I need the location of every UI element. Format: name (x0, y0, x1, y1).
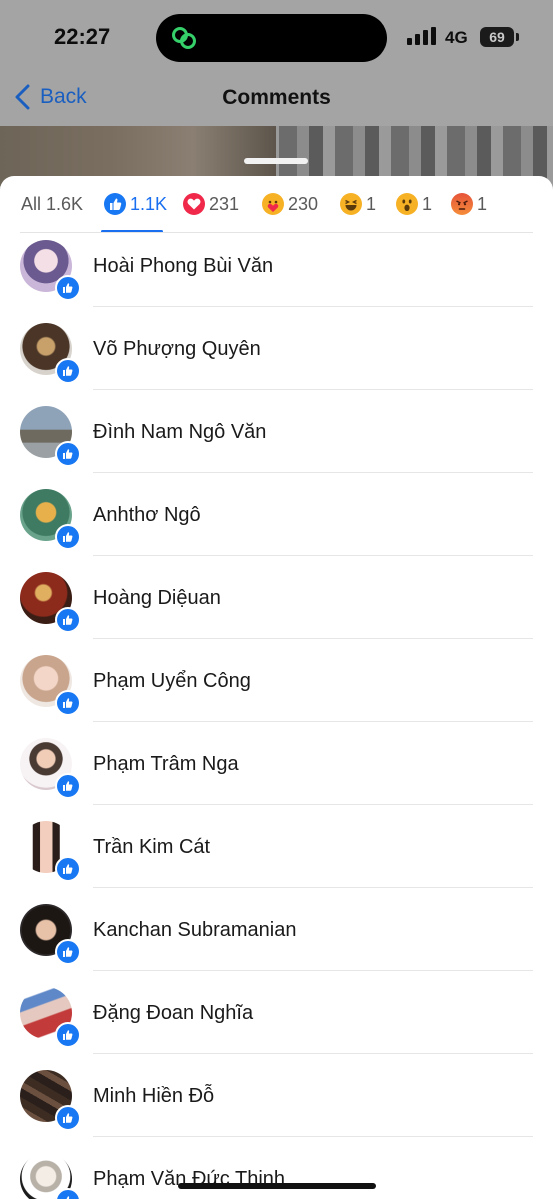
row-divider (93, 970, 533, 971)
tab-haha-count: 1 (366, 193, 377, 214)
sheet-grabber[interactable] (244, 158, 308, 164)
home-indicator[interactable] (178, 1183, 376, 1189)
network-type: 4G (445, 28, 468, 47)
reactor-name[interactable]: Đình Nam Ngô Văn (93, 421, 266, 444)
list-item[interactable]: Phạm Uyển Công (0, 648, 553, 731)
like-badge-icon (55, 690, 81, 716)
tab-haha[interactable]: 1 (340, 176, 376, 232)
like-badge-icon (55, 773, 81, 799)
row-divider (93, 721, 533, 722)
row-divider (93, 804, 533, 805)
row-divider (93, 887, 533, 888)
status-bar: 22:27 4G 69 (0, 0, 553, 74)
like-badge-icon (55, 607, 81, 633)
battery-icon: 69 (480, 27, 514, 47)
tab-all[interactable]: All 1.6K (21, 176, 83, 232)
like-badge-icon (55, 275, 81, 301)
list-item[interactable]: Phạm Trâm Nga (0, 731, 553, 814)
row-divider (93, 1053, 533, 1054)
list-item[interactable]: Võ Phượng Quyên (0, 316, 553, 399)
reactor-name[interactable]: Hoài Phong Bùi Văn (93, 255, 273, 278)
reactor-name[interactable]: Minh Hiền Đỗ (93, 1085, 214, 1108)
tab-angry[interactable]: 1 (451, 176, 487, 232)
like-icon (104, 193, 126, 215)
reaction-tabs: All 1.6K 1.1K 231 230 1 1 1 (0, 176, 553, 233)
tab-love[interactable]: 231 (183, 176, 239, 232)
nav-bar: Back Comments (0, 78, 553, 122)
tab-angry-count: 1 (477, 193, 488, 214)
list-item[interactable]: Kanchan Subramanian (0, 897, 553, 980)
list-item[interactable]: Đặng Đoan Nghĩa (0, 980, 553, 1063)
tab-like-count: 1.1K (130, 193, 168, 214)
like-badge-icon (55, 939, 81, 965)
status-time: 22:27 (54, 24, 111, 49)
link-app-icon (172, 27, 196, 49)
like-badge-icon (55, 524, 81, 550)
row-divider (93, 472, 533, 473)
haha-icon (340, 193, 362, 215)
battery-tip (516, 33, 519, 41)
row-divider (93, 389, 533, 390)
reactor-name[interactable]: Đặng Đoan Nghĩa (93, 1002, 253, 1025)
like-badge-icon (55, 441, 81, 467)
like-badge-icon (55, 358, 81, 384)
row-divider (93, 306, 533, 307)
page-title: Comments (222, 86, 331, 109)
list-item[interactable]: Trần Kim Cát (0, 814, 553, 897)
reactions-sheet: All 1.6K 1.1K 231 230 1 1 1 Hoài Phong B… (0, 176, 553, 1199)
like-badge-icon (55, 1022, 81, 1048)
dynamic-island (156, 14, 387, 62)
row-divider (93, 638, 533, 639)
reactor-name[interactable]: Võ Phượng Quyên (93, 338, 261, 361)
list-item[interactable]: Minh Hiền Đỗ (0, 1063, 553, 1146)
tab-wow-count: 1 (422, 193, 433, 214)
tab-wow[interactable]: 1 (396, 176, 432, 232)
tab-care[interactable]: 230 (262, 176, 318, 232)
tab-care-count: 230 (288, 193, 319, 214)
reactor-name[interactable]: Phạm Uyển Công (93, 670, 251, 693)
list-item[interactable]: Anhthơ Ngô (0, 482, 553, 565)
reactor-name[interactable]: Hoàng Diệuan (93, 587, 221, 610)
list-item[interactable]: Hoàng Diệuan (0, 565, 553, 648)
tab-like[interactable]: 1.1K (104, 176, 167, 232)
care-icon (262, 193, 284, 215)
reactor-name[interactable]: Kanchan Subramanian (93, 919, 296, 942)
reactor-name[interactable]: Anhthơ Ngô (93, 504, 201, 527)
row-divider (93, 1136, 533, 1137)
list-item[interactable]: Đình Nam Ngô Văn (0, 399, 553, 482)
like-badge-icon (55, 1105, 81, 1131)
tab-all-label: All 1.6K (21, 193, 84, 214)
reactor-name[interactable]: Phạm Trâm Nga (93, 753, 239, 776)
list-item[interactable]: Hoài Phong Bùi Văn (0, 233, 553, 316)
reactor-name[interactable]: Trần Kim Cát (93, 836, 210, 859)
wow-icon (396, 193, 418, 215)
row-divider (93, 555, 533, 556)
tab-love-count: 231 (209, 193, 240, 214)
list-item[interactable]: Phạm Văn Đức Thịnh (0, 1146, 553, 1199)
love-icon (183, 193, 205, 215)
angry-icon (451, 193, 473, 215)
signal-icon (407, 27, 436, 45)
like-badge-icon (55, 856, 81, 882)
